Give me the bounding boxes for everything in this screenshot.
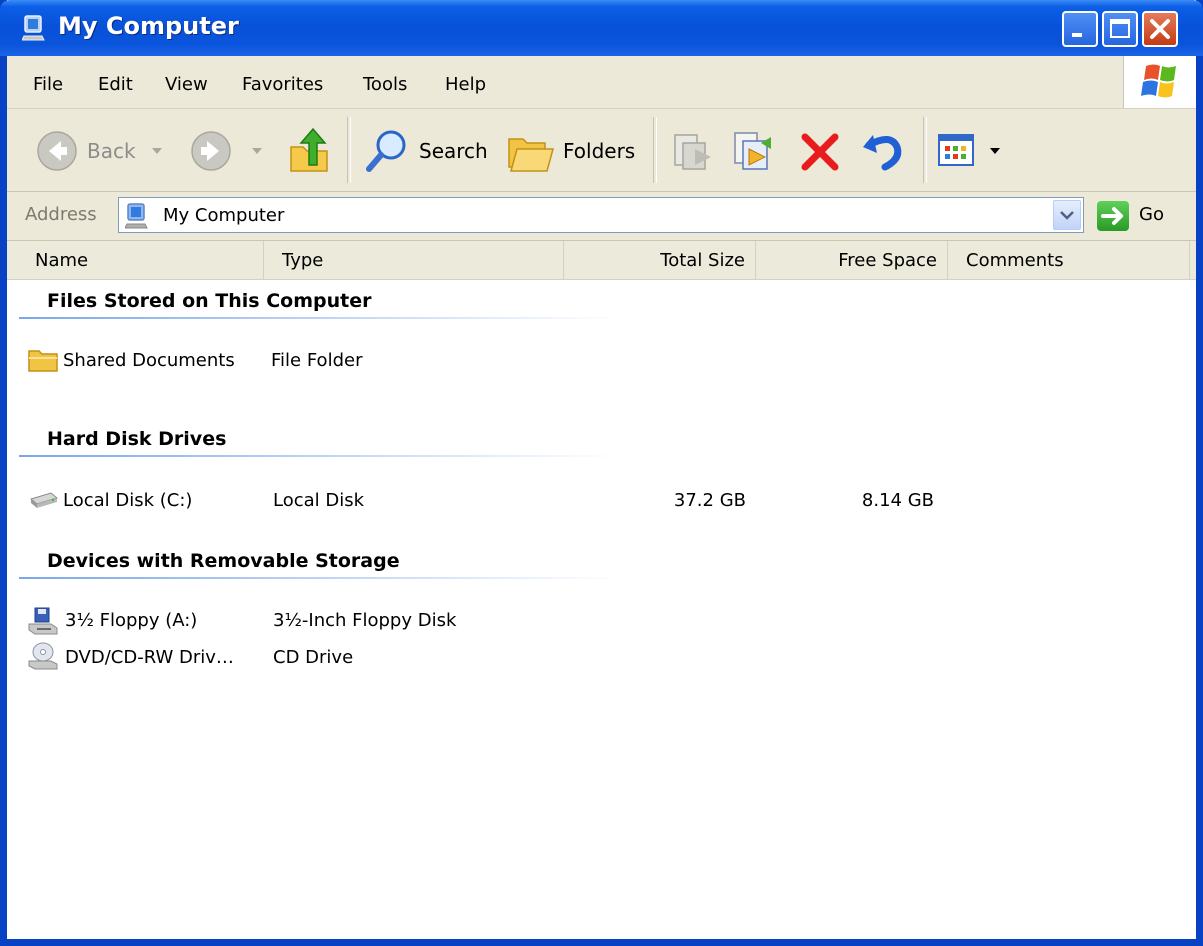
group-header-hard-disk-drives: Hard Disk Drives [47,428,227,450]
group-divider [19,455,619,457]
item-name: Shared Documents [63,350,235,371]
go-button-label[interactable]: Go [1139,204,1164,225]
folders-button-label[interactable]: Folders [563,139,635,163]
item-type: Local Disk [273,490,365,511]
group-divider [19,317,619,319]
copy-to-icon[interactable] [731,129,777,175]
my-computer-icon [22,15,45,41]
title-bar[interactable]: My Computer [0,0,1203,56]
item-name: Local Disk (C:) [63,490,193,511]
toolbar-separator [653,117,657,183]
my-computer-window: My Computer File Edit View Favorites Too… [0,0,1203,946]
item-total-size: 37.2 GB [673,490,746,511]
go-arrow-icon[interactable] [1097,201,1129,231]
move-to-icon[interactable] [671,129,717,175]
search-button-label[interactable]: Search [419,139,488,163]
cd-drive-icon [28,642,58,670]
address-label: Address [25,204,97,225]
file-list: Files Stored on This Computer Shared Doc… [7,280,1196,939]
item-free-space: 8.14 GB [861,490,934,511]
folders-icon[interactable] [507,131,557,175]
undo-icon[interactable] [859,127,905,173]
item-type: CD Drive [273,647,354,668]
back-dropdown-icon[interactable] [151,146,163,156]
address-value: My Computer [163,205,285,226]
address-input[interactable]: My Computer [118,197,1084,233]
close-button[interactable] [1142,11,1178,47]
minimize-button[interactable] [1062,11,1098,47]
address-bar: Address My Computer Go [7,192,1196,241]
group-header-files-stored: Files Stored on This Computer [47,290,372,312]
windows-flag-icon [1141,64,1176,98]
column-header-total-size[interactable]: Total Size [564,241,756,279]
item-type: 3½-Inch Floppy Disk [273,610,457,631]
hard-disk-icon [29,492,59,508]
back-arrow-icon[interactable] [35,129,79,173]
toolbar-separator [923,117,927,183]
column-headers: Name Type Total Size Free Space Comments [7,241,1196,280]
menu-file[interactable]: File [33,74,63,95]
delete-icon[interactable] [799,131,841,173]
views-dropdown-icon[interactable] [989,146,1001,156]
toolbar-separator [347,117,351,183]
menu-favorites[interactable]: Favorites [242,74,323,95]
forward-arrow-icon[interactable] [189,129,233,173]
group-header-removable-storage: Devices with Removable Storage [47,550,400,572]
column-header-type[interactable]: Type [264,241,564,279]
item-name: 3½ Floppy (A:) [65,610,198,631]
close-icon [1150,19,1170,39]
maximize-button[interactable] [1102,11,1138,47]
maximize-icon [1110,19,1130,38]
minimize-icon [1072,33,1082,37]
windows-logo [1123,56,1196,108]
menu-view[interactable]: View [165,74,208,95]
menu-tools[interactable]: Tools [363,74,407,95]
column-header-free-space[interactable]: Free Space [756,241,948,279]
address-dropdown-button[interactable] [1053,200,1081,230]
column-header-name[interactable]: Name [7,241,264,279]
item-type: File Folder [271,350,363,371]
group-divider [19,577,619,579]
chevron-down-icon [1060,211,1074,220]
views-icon[interactable] [937,133,977,169]
forward-dropdown-icon[interactable] [251,146,263,156]
up-folder-icon[interactable] [287,125,333,175]
standard-toolbar: Back Search Folders [7,109,1196,192]
menu-help[interactable]: Help [445,74,486,95]
floppy-drive-icon [28,607,58,635]
window-title: My Computer [58,12,239,40]
menu-bar: File Edit View Favorites Tools Help [7,56,1196,109]
my-computer-icon [125,203,148,229]
search-icon[interactable] [363,127,411,175]
back-button-label[interactable]: Back [87,139,136,163]
go-arrow-glyph [1101,207,1123,225]
folder-icon [28,350,58,372]
menu-edit[interactable]: Edit [98,74,133,95]
item-name: DVD/CD-RW Driv… [65,647,234,668]
column-header-comments[interactable]: Comments [948,241,1190,279]
